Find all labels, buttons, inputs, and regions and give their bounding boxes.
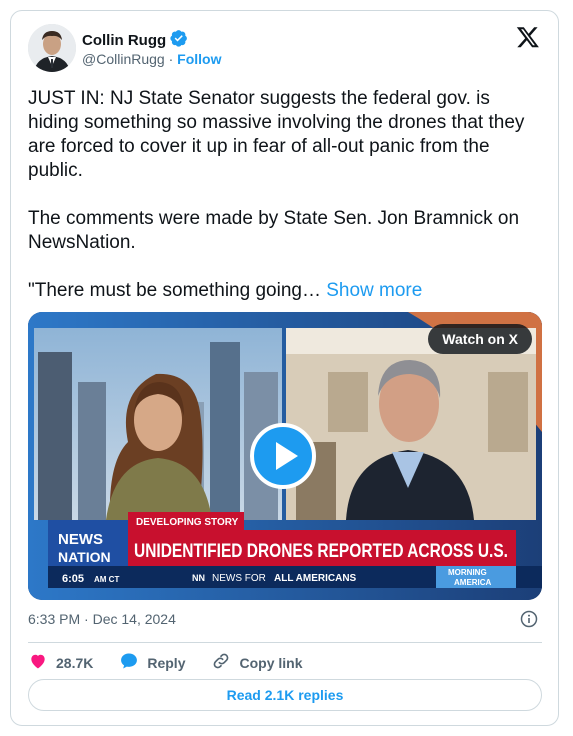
- link-icon: [211, 651, 231, 674]
- like-count: 28.7K: [56, 654, 94, 671]
- verified-badge-icon: [170, 29, 188, 52]
- author-name[interactable]: Collin Rugg: [82, 32, 166, 49]
- broadcast-time: 6:05: [62, 573, 84, 585]
- lower-third-tag: DEVELOPING STORY: [136, 517, 239, 528]
- divider: [28, 642, 542, 643]
- read-replies-button[interactable]: Read 2.1K replies: [28, 679, 542, 711]
- show-logo-line1: MORNING: [448, 568, 487, 577]
- news-logo-line2: NATION: [58, 549, 111, 565]
- ticker-bold: ALL AMERICANS: [274, 573, 357, 584]
- reply-label: Reply: [147, 654, 186, 671]
- show-logo-line2: AMERICA: [454, 578, 492, 587]
- ticker-prefix: NEWS FOR: [212, 573, 266, 584]
- tweet-card: Collin Rugg @CollinRugg · Follow JUST IN…: [10, 10, 559, 726]
- author-handle-row: @CollinRugg · Follow: [82, 51, 221, 67]
- lower-third-headline: UNIDENTIFIED DRONES REPORTED ACROSS U.S.: [134, 541, 508, 562]
- x-logo-icon[interactable]: [516, 25, 540, 49]
- video-player[interactable]: DEVELOPING STORY UNIDENTIFIED DRONES REP…: [28, 312, 542, 600]
- author-name-row: Collin Rugg: [82, 29, 188, 52]
- author-handle[interactable]: @CollinRugg: [82, 51, 165, 67]
- broadcast-time-suffix: AM CT: [94, 575, 119, 584]
- show-more-link[interactable]: Show more: [326, 280, 422, 301]
- news-logo-line1: NEWS: [58, 531, 103, 548]
- ticker-badge: NN: [192, 573, 205, 583]
- info-icon[interactable]: [520, 610, 538, 628]
- like-button[interactable]: 28.7K: [28, 651, 93, 674]
- play-icon[interactable]: [250, 423, 316, 489]
- action-bar: 28.7K Reply Copy link: [28, 651, 329, 674]
- copy-link-label: Copy link: [239, 654, 303, 671]
- reply-button[interactable]: Reply: [119, 651, 185, 674]
- tweet-body: JUST IN: NJ State Senator suggests the f…: [28, 88, 525, 301]
- follow-link[interactable]: Follow: [177, 51, 221, 67]
- copy-link-button[interactable]: Copy link: [211, 651, 303, 674]
- tweet-text: JUST IN: NJ State Senator suggests the f…: [28, 87, 543, 303]
- reply-bubble-icon: [119, 651, 139, 674]
- heart-icon: [28, 651, 48, 674]
- handle-separator: ·: [168, 51, 174, 67]
- tweet-timestamp[interactable]: 6:33 PM · Dec 14, 2024: [28, 611, 176, 627]
- avatar[interactable]: [28, 24, 76, 72]
- watch-on-x-button[interactable]: Watch on X: [428, 324, 532, 354]
